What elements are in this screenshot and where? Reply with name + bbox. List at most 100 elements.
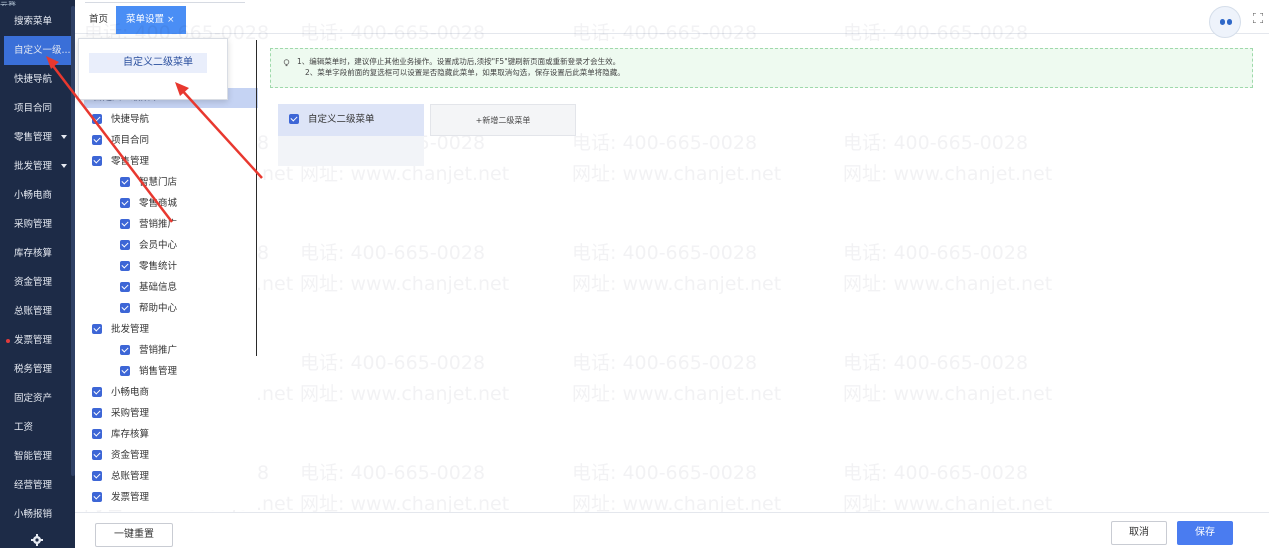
caret-down-icon xyxy=(61,135,67,139)
tree-node-label: 项目合同 xyxy=(111,135,150,146)
notification-dot-icon xyxy=(6,339,10,343)
menu-card-placeholder xyxy=(278,136,424,166)
tree-node[interactable]: 零售管理 xyxy=(92,154,149,170)
nav-item-business[interactable]: 经营管理 xyxy=(0,471,75,500)
tree-node[interactable]: 智慧门店 xyxy=(120,175,177,191)
assistant-robot-icon[interactable] xyxy=(1209,6,1241,38)
tab-bar: 首页 菜单设置 × xyxy=(75,0,1269,38)
tree-node[interactable]: 零售统计 xyxy=(120,259,177,275)
nav-item-salary[interactable]: 工资 xyxy=(0,413,75,442)
cancel-button[interactable]: 取消 xyxy=(1111,521,1167,545)
tree-node[interactable]: 项目合同 xyxy=(92,133,149,149)
checkbox-checked[interactable] xyxy=(120,239,130,250)
checkbox-checked[interactable] xyxy=(120,365,130,376)
tab-bar-divider xyxy=(85,0,245,3)
lightbulb-icon xyxy=(283,59,290,67)
checkbox-checked[interactable] xyxy=(92,491,102,502)
checkbox-checked[interactable] xyxy=(92,113,102,124)
watermark-site: 网址: www.chanjet.net xyxy=(572,273,782,295)
tip-line-2: 2、菜单字段前面的复选框可以设置是否隐藏此菜单，如果取消勾选，保存设置后此菜单将… xyxy=(305,68,625,77)
popover-item-custom-level2[interactable]: 自定义二级菜单 xyxy=(89,53,207,73)
checkbox-checked[interactable] xyxy=(120,344,130,355)
nav-item-label: 库存核算 xyxy=(14,248,53,259)
nav-item-project-contract[interactable]: 项目合同 xyxy=(0,94,75,123)
nav-item-custom-level1[interactable]: 自定义一级... xyxy=(4,36,71,65)
nav-item-fixed-assets[interactable]: 固定资产 xyxy=(0,384,75,413)
tree-node-label: 发票管理 xyxy=(111,492,150,503)
tree-node-label: 库存核算 xyxy=(111,429,150,440)
watermark-phone: 电话: 400-665-0028 xyxy=(572,242,758,264)
nav-item-label: 小畅报销 xyxy=(14,509,53,520)
nav-item-label: 项目合同 xyxy=(14,103,53,114)
tree-node[interactable]: 发票管理 xyxy=(92,490,149,506)
nav-item-invoice[interactable]: 发票管理 xyxy=(0,326,75,355)
nav-item-ledger[interactable]: 总账管理 xyxy=(0,297,75,326)
checkbox-checked[interactable] xyxy=(120,197,130,208)
checkbox-checked[interactable] xyxy=(120,176,130,187)
nav-item-retail[interactable]: 零售管理 xyxy=(0,123,75,152)
watermark-phone: 电话: 400-665-0028 xyxy=(572,132,758,154)
tab-label: 菜单设置 xyxy=(126,14,165,25)
nav-item-search-menu[interactable]: 搜索菜单 xyxy=(0,7,75,36)
tree-node[interactable]: 小畅电商 xyxy=(92,385,149,401)
checkbox-checked[interactable] xyxy=(92,407,102,418)
checkbox-checked[interactable] xyxy=(92,323,102,334)
tree-node[interactable]: 营销推广 xyxy=(120,217,177,233)
nav-item-quick-nav[interactable]: 快捷导航 xyxy=(0,65,75,94)
tree-node[interactable]: 零售商城 xyxy=(120,196,177,212)
tree-node[interactable]: 基础信息 xyxy=(120,280,177,296)
checkbox-checked[interactable] xyxy=(120,281,130,292)
tree-node[interactable]: 营销推广 xyxy=(120,343,177,359)
tree-node-label: 会员中心 xyxy=(139,240,178,251)
tree-node[interactable]: 批发管理 xyxy=(92,322,149,338)
tree-node[interactable]: 总账管理 xyxy=(92,469,149,485)
checkbox-checked[interactable] xyxy=(120,260,130,271)
tab-menu-settings[interactable]: 菜单设置 × xyxy=(116,6,186,34)
tree-node[interactable]: 库存核算 xyxy=(92,427,149,443)
checkbox-checked[interactable] xyxy=(92,155,102,166)
tip-banner: 1、编辑菜单时，建议停止其他业务操作。设置成功后,须按"F5"键刷新页面或重新登… xyxy=(270,48,1253,88)
tree-node[interactable]: 会员中心 xyxy=(120,238,177,254)
tree-node[interactable]: 快捷导航 xyxy=(92,112,149,128)
checkbox-checked[interactable] xyxy=(92,386,102,397)
tree-node[interactable]: 帮助中心 xyxy=(120,301,177,317)
menu-card-custom-level2[interactable]: 自定义二级菜单 xyxy=(278,104,424,136)
tree-node-label: 小畅电商 xyxy=(111,387,150,398)
checkbox-checked[interactable] xyxy=(120,218,130,229)
nav-item-smart[interactable]: 智能管理 xyxy=(0,442,75,471)
tree-node[interactable]: 资金管理 xyxy=(92,448,149,464)
nav-item-wholesale[interactable]: 批发管理 xyxy=(0,152,75,181)
save-button[interactable]: 保存 xyxy=(1177,521,1233,545)
caret-down-icon xyxy=(61,164,67,168)
checkbox-checked[interactable] xyxy=(92,470,102,481)
tree-node-label: 采购管理 xyxy=(111,408,150,419)
checkbox-checked[interactable] xyxy=(92,449,102,460)
tab-home[interactable]: 首页 xyxy=(79,6,118,34)
tree-node-label: 批发管理 xyxy=(111,324,150,335)
watermark-site: 网址: www.chanjet.net xyxy=(843,163,1053,185)
nav-item-reimbursement[interactable]: 小畅报销 xyxy=(0,500,75,529)
tree-divider xyxy=(256,40,257,356)
nav-item-label: 快捷导航 xyxy=(14,74,53,85)
fullscreen-icon[interactable] xyxy=(1253,13,1263,23)
bottom-action-bar: 一键重置 取消 保存 xyxy=(75,512,1269,548)
reset-button[interactable]: 一键重置 xyxy=(95,523,173,547)
nav-item-ecommerce[interactable]: 小畅电商 xyxy=(0,181,75,210)
watermark-phone: 电话: 400-665-0028 xyxy=(843,132,1029,154)
nav-item-inventory[interactable]: 库存核算 xyxy=(0,239,75,268)
tree-node[interactable]: 销售管理 xyxy=(120,364,177,380)
checkbox-checked[interactable] xyxy=(120,302,130,313)
add-submenu-button[interactable]: +新增二级菜单 xyxy=(430,104,576,136)
tree-node[interactable]: 采购管理 xyxy=(92,406,149,422)
app-logo: 云登 xyxy=(0,1,16,6)
checkbox-checked[interactable] xyxy=(92,134,102,145)
gear-icon[interactable] xyxy=(31,534,43,546)
tree-node-label: 资金管理 xyxy=(111,450,150,461)
tree-node-label: 零售商城 xyxy=(139,198,178,209)
nav-item-tax[interactable]: 税务管理 xyxy=(0,355,75,384)
nav-item-funds[interactable]: 资金管理 xyxy=(0,268,75,297)
checkbox-checked[interactable] xyxy=(289,113,299,124)
checkbox-checked[interactable] xyxy=(92,428,102,439)
close-icon[interactable]: × xyxy=(167,15,175,25)
nav-item-purchase[interactable]: 采购管理 xyxy=(0,210,75,239)
